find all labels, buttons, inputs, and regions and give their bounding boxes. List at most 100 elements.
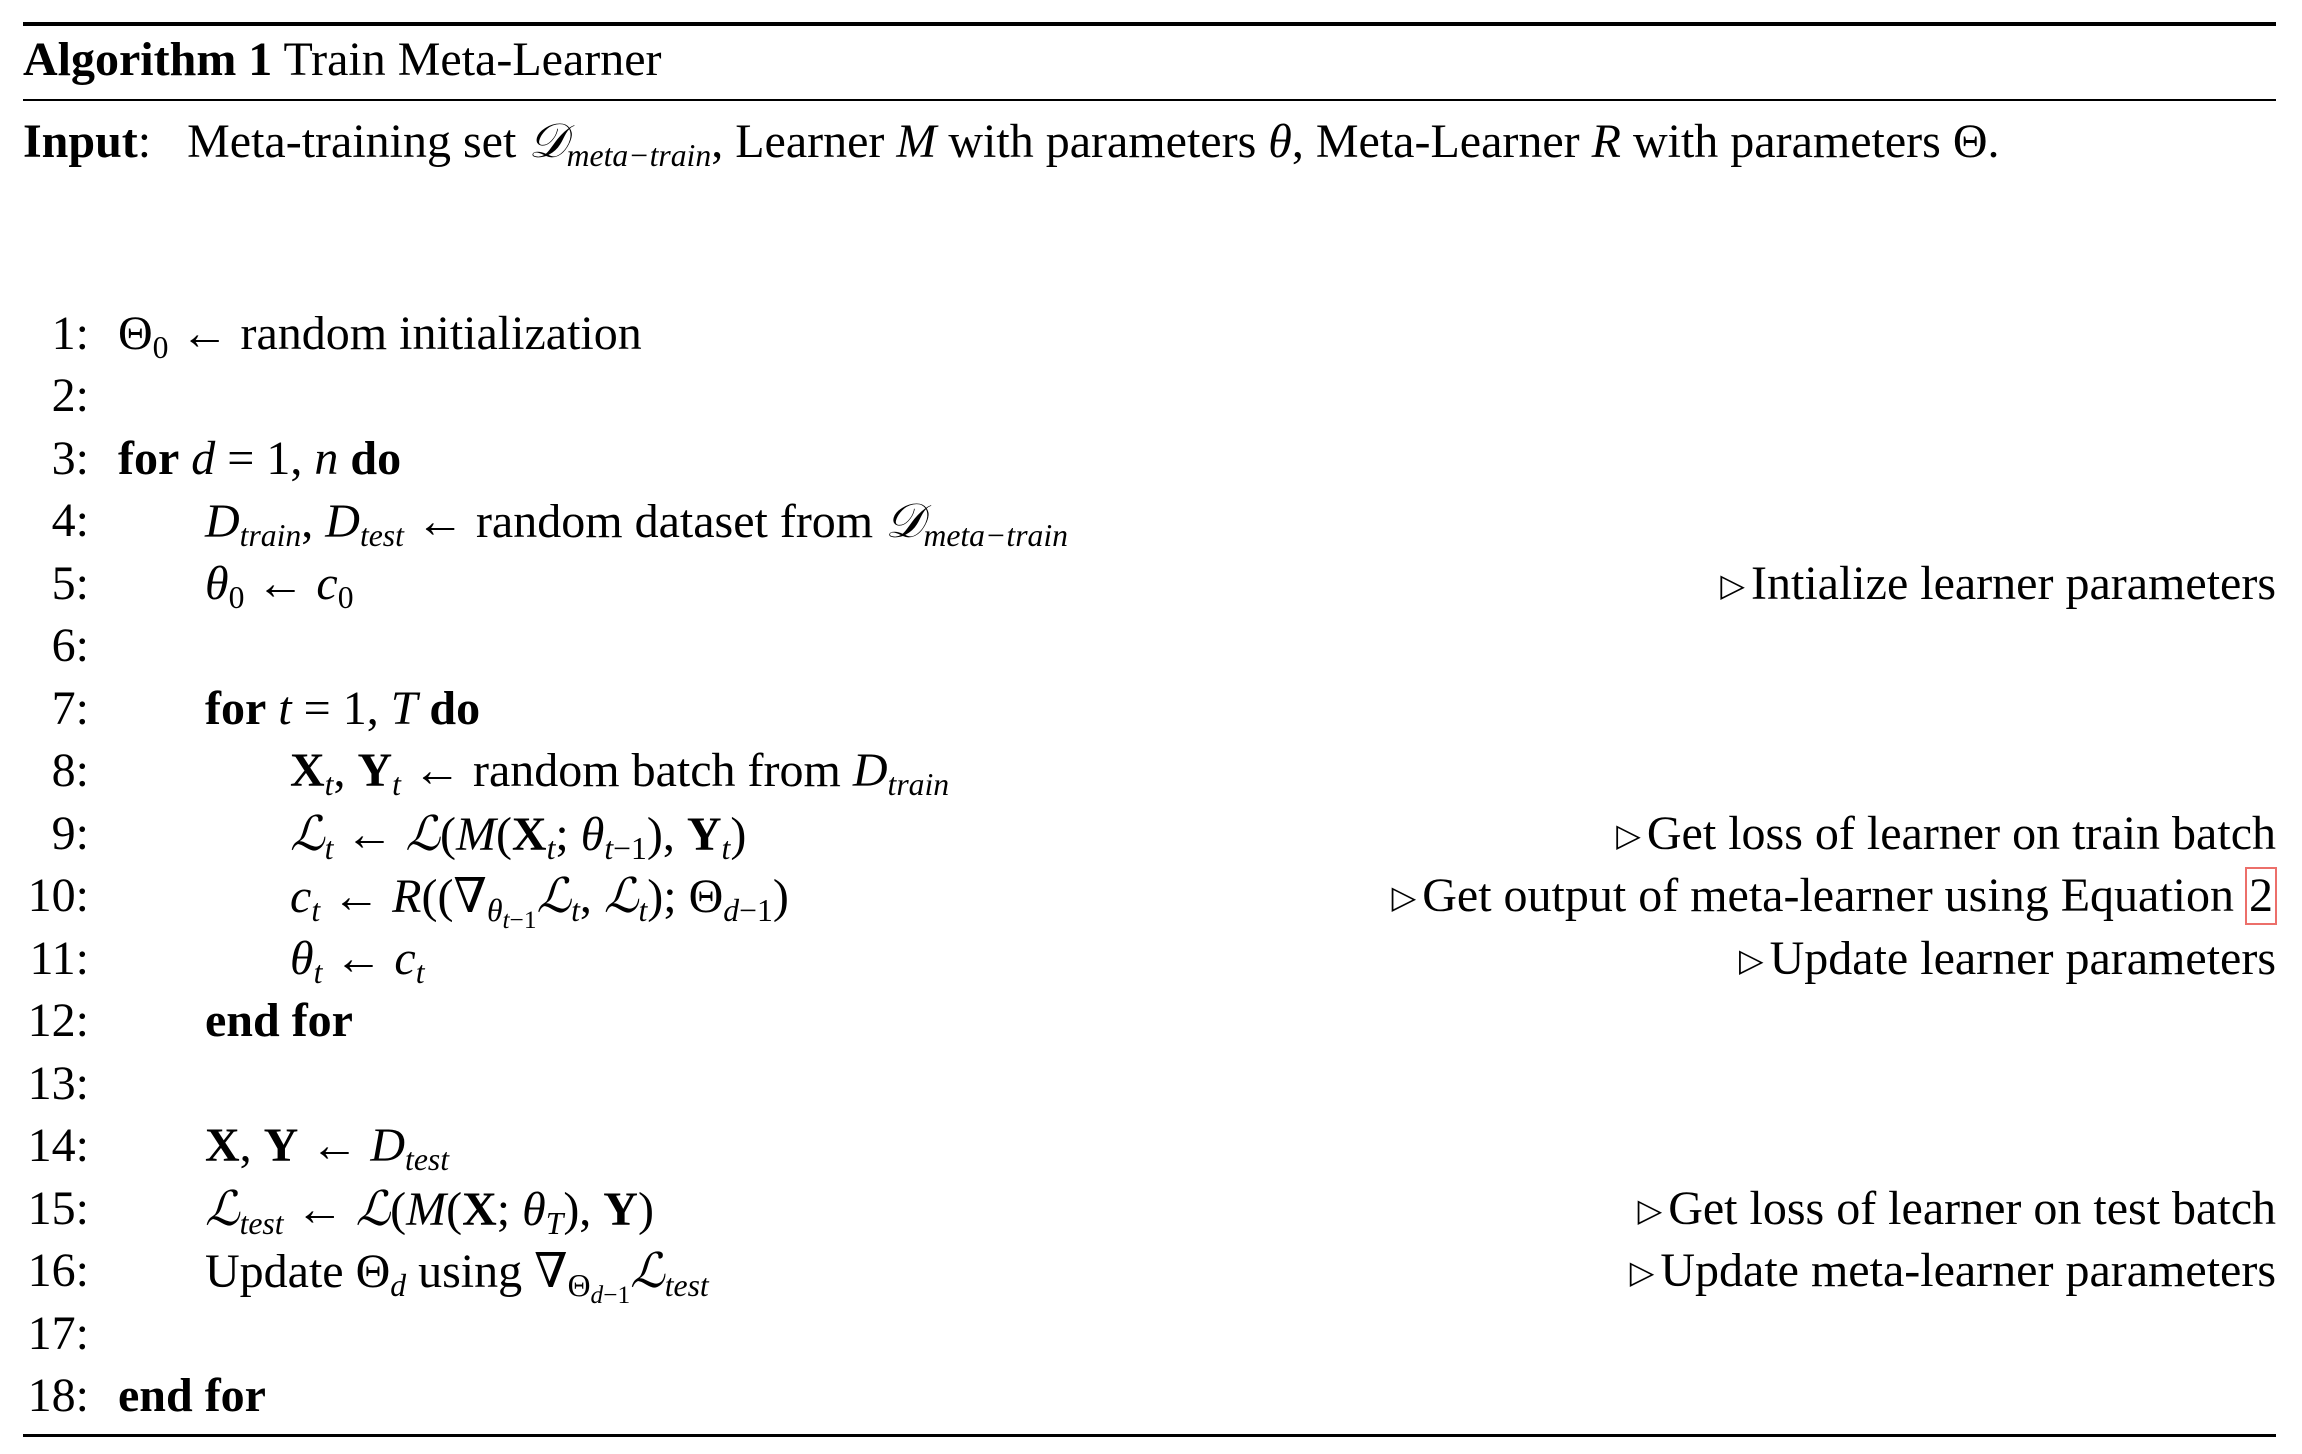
line-number: 11: — [29, 932, 89, 985]
line-code: Update Θd using ∇Θd−1ℒtest — [205, 1243, 709, 1309]
comment-text: Update meta-learner parameters — [1660, 1244, 2276, 1297]
input-spec: Input: Meta-training set 𝒟meta−train, Le… — [23, 113, 2000, 173]
meta-train-set-symbol: 𝒟 — [885, 493, 924, 549]
comment-text: Get output of meta-learner using Equatio… — [1422, 869, 2234, 922]
code-text: random initialization — [240, 307, 642, 360]
keyword-for: for — [118, 432, 180, 485]
algorithm-line: 6: — [0, 615, 2276, 677]
assign-arrow: ← — [345, 808, 394, 861]
line-code: Dtrain, Dtest ← random dataset from 𝒟met… — [205, 493, 1068, 553]
comment-triangle-icon: ▷ — [1629, 1254, 1655, 1290]
line-number: 7: — [51, 682, 89, 735]
keyword-end-for: end for — [205, 994, 353, 1047]
line-number: 13: — [27, 1057, 89, 1110]
learner-symbol: M — [896, 115, 937, 168]
line-number: 15: — [27, 1182, 89, 1235]
line-code: ℒt ← ℒ(M(Xt; θt−1), Yt) — [290, 806, 747, 866]
comment-triangle-icon: ▷ — [1616, 817, 1641, 853]
line-comment: ▷ Get output of meta-learner using Equati… — [1391, 865, 2277, 931]
input-text: , Meta-Learner — [1291, 115, 1580, 168]
keyword-for: for — [205, 682, 267, 735]
assign-arrow: ← — [310, 1119, 359, 1172]
meta-train-set-symbol: 𝒟 — [528, 113, 567, 169]
line-comment: ▷ Get loss of learner on train batch — [1616, 803, 2276, 869]
input-text: , Learner — [711, 115, 885, 168]
algorithm-line: 8: Xt, Yt ← random batch from Dtrain — [0, 740, 2276, 802]
set-subscript: meta−train — [566, 137, 712, 173]
line-number: 4: — [51, 494, 89, 547]
line-number: 17: — [27, 1307, 89, 1360]
code-text: random dataset from — [475, 495, 874, 548]
meta-learner-symbol: R — [1591, 115, 1621, 168]
line-code: ℒtest ← ℒ(M(X; θT), Y) — [205, 1181, 654, 1241]
algorithm-line: 5: θ0 ← c0 ▷ Intialize learner parameters — [0, 553, 2276, 615]
caption-rule — [23, 99, 2276, 101]
comment-text: Intialize learner parameters — [1751, 557, 2276, 610]
line-comment: ▷ Intialize learner parameters — [1720, 553, 2276, 619]
assign-arrow: ← — [415, 495, 464, 548]
line-number: 1: — [51, 307, 89, 360]
algorithm-label: Algorithm 1 — [23, 33, 273, 86]
line-number: 18: — [27, 1369, 89, 1422]
comment-triangle-icon: ▷ — [1739, 942, 1764, 978]
line-code: for d = 1, n do — [118, 432, 402, 485]
comment-triangle-icon: ▷ — [1720, 567, 1745, 603]
line-comment: ▷ Update learner parameters — [1739, 928, 2276, 994]
line-number: 6: — [51, 619, 89, 672]
input-text: Meta-training set — [187, 115, 517, 168]
algorithm-line: 14: X, Y ← Dtest — [0, 1115, 2276, 1177]
line-number: 14: — [27, 1119, 89, 1172]
comment-triangle-icon: ▷ — [1637, 1192, 1663, 1228]
input-text: with parameters — [1632, 115, 1941, 168]
keyword-do: do — [429, 682, 481, 735]
keyword-end-for: end for — [118, 1369, 266, 1422]
line-number: 3: — [51, 432, 89, 485]
algorithm-title: Train Meta-Learner — [283, 33, 662, 86]
assign-arrow: ← — [180, 307, 229, 360]
code-text: Update — [205, 1245, 344, 1298]
bottom-rule — [23, 1434, 2276, 1437]
algorithm-line: 18: end for — [0, 1365, 2276, 1427]
algorithm-line: 3: for d = 1, n do — [0, 428, 2276, 490]
input-text: . — [1987, 115, 2000, 168]
assign-arrow: ← — [295, 1183, 344, 1236]
equation-reference-link[interactable]: 2 — [2245, 867, 2277, 925]
algorithm-line: 13: — [0, 1053, 2276, 1115]
line-code: θt ← ct — [290, 932, 425, 990]
line-code: Xt, Yt ← random batch from Dtrain — [290, 744, 950, 802]
line-number: 12: — [27, 994, 89, 1047]
algorithm-line: 9: ℒt ← ℒ(M(Xt; θt−1), Yt) ▷ Get loss of … — [0, 803, 2276, 865]
assign-arrow: ← — [334, 932, 383, 985]
assign-arrow: ← — [332, 870, 381, 923]
comment-triangle-icon: ▷ — [1391, 879, 1417, 915]
algorithm-line: 2: — [0, 365, 2276, 427]
algorithm-line: 16: Update Θd using ∇Θd−1ℒtest ▷ Update m… — [0, 1240, 2276, 1309]
comment-text: Get loss of learner on test batch — [1668, 1182, 2276, 1235]
input-label: Input — [23, 115, 138, 168]
line-number: 16: — [27, 1244, 89, 1297]
line-comment: ▷ Get loss of learner on test batch — [1638, 1178, 2276, 1244]
algorithm-line: 17: — [0, 1303, 2276, 1365]
top-rule — [23, 22, 2276, 26]
algorithm-line: 7: for t = 1, T do — [0, 678, 2276, 740]
line-number: 5: — [51, 557, 89, 610]
line-number: 8: — [51, 744, 89, 797]
keyword-do: do — [350, 432, 402, 485]
algorithm-caption: Algorithm 1 Train Meta-Learner — [23, 32, 662, 88]
line-comment: ▷ Update meta-learner parameters — [1630, 1240, 2276, 1306]
code-text: random batch from — [472, 744, 841, 797]
assign-arrow: ← — [412, 744, 461, 797]
set-subscript: meta−train — [923, 517, 1068, 553]
comment-text: Update learner parameters — [1769, 932, 2276, 985]
line-code: X, Y ← Dtest — [205, 1119, 449, 1177]
line-number: 10: — [27, 869, 89, 922]
code-text: using — [418, 1245, 523, 1298]
line-number: 2: — [51, 369, 89, 422]
learner-params-symbol: θ — [1268, 115, 1292, 168]
algorithm-line: 11: θt ← ct ▷ Update learner parameters — [0, 928, 2276, 990]
algorithm-line: 1: Θ0 ← random initialization — [0, 303, 2276, 365]
line-code: ct ← R((∇θt−1ℒt, ℒt); Θd−1) — [290, 868, 789, 934]
line-code: Θ0 ← random initialization — [118, 307, 642, 365]
algorithm-line: 10: ct ← R((∇θt−1ℒt, ℒt); Θd−1) ▷ Get out… — [0, 865, 2277, 934]
input-text: with parameters — [948, 115, 1257, 168]
